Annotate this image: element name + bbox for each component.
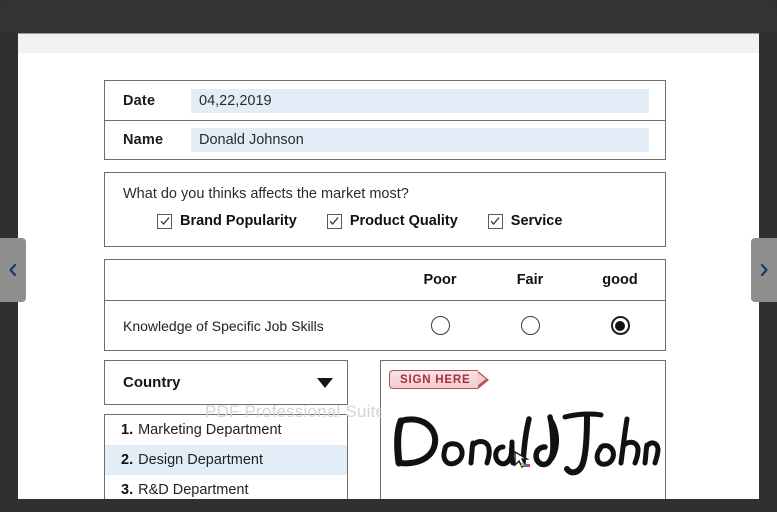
- rating-cell-good: [575, 316, 665, 335]
- list-item-label: Marketing Department: [138, 422, 282, 438]
- checkmark-icon: [487, 213, 503, 229]
- date-row: Date 04,22,2019: [105, 81, 665, 120]
- previous-page-button[interactable]: [0, 238, 26, 302]
- checkbox-service[interactable]: Service: [487, 213, 563, 229]
- rating-cell-poor: [395, 316, 485, 335]
- checkmark-icon: [326, 213, 342, 229]
- next-page-button[interactable]: [751, 238, 777, 302]
- checkbox-group: Brand Popularity Product Quality Service: [105, 202, 665, 229]
- chevron-left-icon: [9, 264, 17, 276]
- sign-here-label: SIGN HERE: [389, 370, 479, 389]
- window-title-bar: [0, 0, 777, 33]
- list-item-number: 3.: [121, 482, 134, 498]
- country-dropdown[interactable]: Country: [104, 360, 348, 405]
- list-item[interactable]: 1. Marketing Department: [105, 415, 347, 445]
- identity-panel: Date 04,22,2019 Name Donald Johnson: [104, 80, 666, 160]
- checkbox-label: Product Quality: [349, 213, 458, 229]
- radio-good[interactable]: [610, 316, 630, 335]
- question-text: What do you thinks affects the market mo…: [123, 186, 409, 202]
- pdf-viewer: Date 04,22,2019 Name Donald Johnson What…: [0, 0, 777, 512]
- rating-column-fair: Fair: [516, 272, 544, 288]
- list-item-label: R&D Department: [138, 482, 249, 498]
- name-input[interactable]: Donald Johnson: [191, 128, 649, 152]
- rating-column-poor: Poor: [423, 272, 457, 288]
- rating-cell-fair: [485, 316, 575, 335]
- list-item-label: Design Department: [138, 452, 264, 468]
- checkbox-label: Service: [510, 213, 563, 229]
- question-panel: What do you thinks affects the market mo…: [104, 172, 666, 247]
- signature-ink: [394, 411, 661, 476]
- country-dropdown-label: Country: [123, 374, 181, 391]
- department-list: 1. Marketing Department 2. Design Depart…: [104, 414, 348, 499]
- rating-column-good: good: [602, 272, 638, 288]
- list-item[interactable]: 2. Design Department: [105, 445, 347, 475]
- sign-here-badge: SIGN HERE: [389, 370, 490, 389]
- radio-poor[interactable]: [430, 316, 450, 335]
- checkbox-brand-popularity[interactable]: Brand Popularity: [157, 213, 297, 229]
- date-label: Date: [123, 92, 156, 109]
- radio-fair[interactable]: [520, 316, 540, 335]
- table-row: Knowledge of Specific Job Skills: [105, 301, 665, 350]
- checkmark-icon: [157, 213, 172, 229]
- name-label: Name: [123, 132, 164, 148]
- chevron-down-icon: [317, 377, 333, 388]
- list-item[interactable]: 3. R&D Department: [105, 475, 347, 499]
- chevron-right-icon: [760, 264, 768, 276]
- name-row: Name Donald Johnson: [105, 120, 665, 159]
- checkbox-product-quality[interactable]: Product Quality: [326, 213, 458, 229]
- rating-header-row: Poor Fair good: [105, 260, 665, 301]
- checkbox-label: Brand Popularity: [180, 213, 297, 229]
- list-item-number: 1.: [121, 422, 134, 438]
- date-input[interactable]: 04,22,2019: [191, 88, 649, 113]
- toolbar-strip: [18, 33, 759, 53]
- signature-panel[interactable]: SIGN HERE: [380, 360, 666, 499]
- list-item-number: 2.: [121, 452, 134, 468]
- rating-row-label: Knowledge of Specific Job Skills: [123, 317, 324, 334]
- sign-here-arrow-icon: [477, 370, 490, 389]
- document-page: Date 04,22,2019 Name Donald Johnson What…: [18, 53, 759, 499]
- rating-table: Poor Fair good Knowledge of Specific Job…: [104, 259, 666, 351]
- pen-cursor-icon: [514, 450, 530, 469]
